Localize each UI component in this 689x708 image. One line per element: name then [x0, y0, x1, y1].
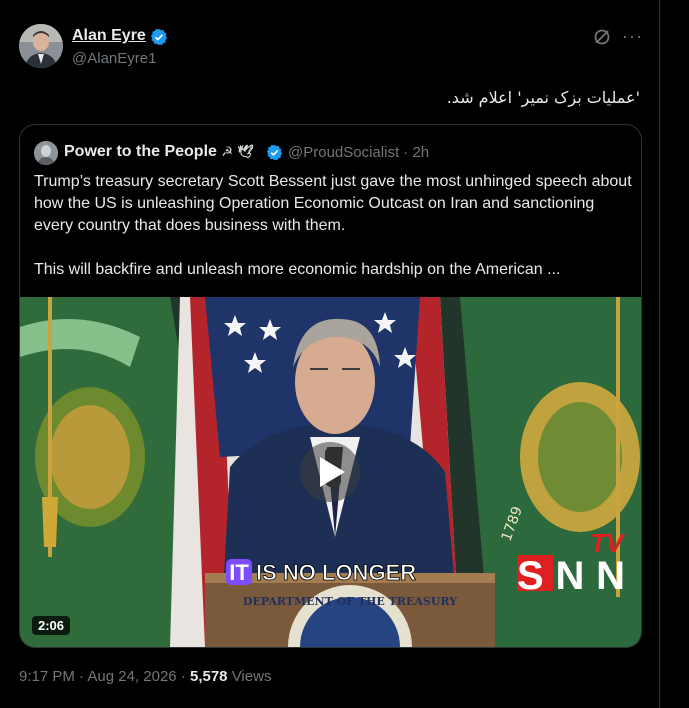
quoted-handle[interactable]: @ProudSocialist [288, 144, 399, 161]
tweet-text: 'عملیات بزک نمیر' اعلام شد. [446, 88, 640, 107]
author-handle[interactable]: @AlanEyre1 [72, 50, 156, 67]
quoted-tweet[interactable]: Power to the People ☭ 🕊 @ProudSocialist … [19, 124, 642, 648]
tweet-footer: 9:17 PM · Aug 24, 2026 · 5,578 Views [19, 668, 271, 685]
verified-badge-icon [150, 28, 168, 46]
quoted-author-emoji: ☭ 🕊 [221, 145, 255, 160]
quoted-separator: · [403, 144, 409, 161]
seal-text: DEPARTMENT OF THE TREASURY [243, 595, 457, 608]
video-frame: 1789 DEPARTMENT OF THE TREASURY IT IS NO… [20, 297, 641, 647]
quoted-author-name[interactable]: Power to the People ☭ 🕊 [64, 143, 254, 161]
channel-logo: SNN [517, 554, 625, 598]
grok-icon[interactable] [592, 27, 612, 47]
more-icon[interactable]: ··· [622, 26, 643, 47]
views-label: Views [231, 668, 272, 685]
video-duration: 2:06 [32, 616, 71, 635]
quoted-verified-badge-icon [266, 144, 283, 161]
author-avatar[interactable] [19, 24, 63, 68]
footer-separator-2: · [180, 668, 186, 685]
quoted-meta: @ProudSocialist · 2h [288, 144, 429, 161]
quoted-author-name-text: Power to the People [64, 143, 217, 160]
column-divider [659, 0, 660, 708]
quoted-age[interactable]: 2h [412, 144, 429, 161]
quoted-avatar[interactable] [34, 141, 58, 165]
views-count: 5,578 [189, 668, 228, 685]
caption-prefix: IT [229, 560, 249, 585]
tweet-time[interactable]: 9:17 PM [19, 668, 75, 685]
footer-separator: · [79, 668, 85, 685]
quoted-paragraph-2: This will backfire and unleash more econ… [34, 261, 561, 278]
video-player[interactable]: 1789 DEPARTMENT OF THE TREASURY IT IS NO… [20, 297, 641, 647]
author-name[interactable]: Alan Eyre [72, 27, 146, 45]
tweet-date[interactable]: Aug 24, 2026 [87, 668, 176, 685]
quoted-paragraph-1: Trump’s treasury secretary Scott Bessent… [34, 173, 632, 234]
quoted-text: Trump’s treasury secretary Scott Bessent… [34, 171, 634, 281]
video-caption: IS NO LONGER [256, 560, 416, 585]
